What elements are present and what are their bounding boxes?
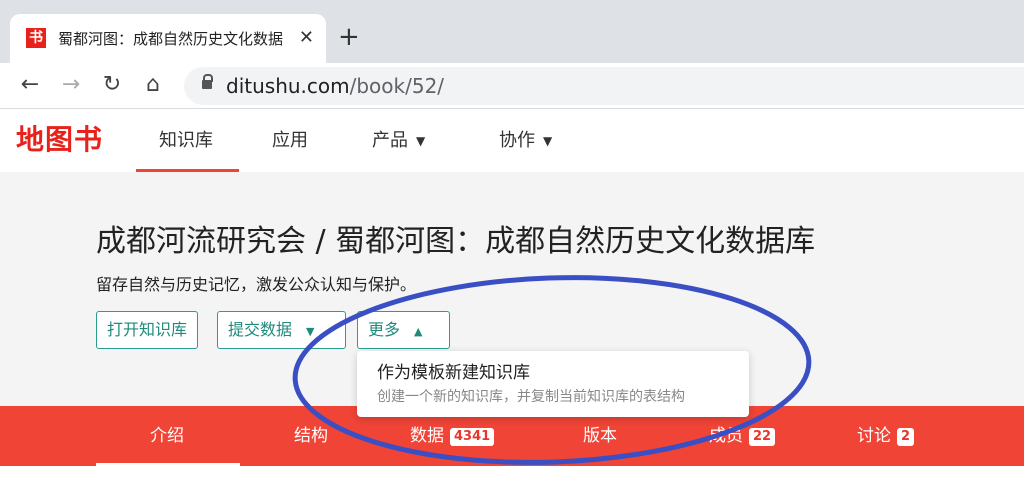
forward-arrow-icon[interactable]: → <box>57 71 85 99</box>
nav-item-collaboration[interactable]: 协作 ▼ <box>499 129 552 154</box>
caret-down-icon: ▼ <box>306 325 315 338</box>
menu-item-description: 创建一个新的知识库，并复制当前知识库的表结构 <box>377 389 685 405</box>
tab-label: 成员 <box>709 426 743 446</box>
button-label: 打开知识库 <box>107 320 188 339</box>
page-title: 成都河流研究会 / 蜀都河图：成都自然历史文化数据库 <box>96 224 816 259</box>
chevron-down-icon: ▼ <box>416 134 426 148</box>
site-favicon-icon: 书 <box>26 28 46 48</box>
tab-data[interactable]: 数据 4341 <box>410 424 495 448</box>
new-tab-button[interactable]: + <box>338 22 360 52</box>
tab-versions[interactable]: 版本 <box>583 424 617 448</box>
browser-tab-strip: 书 蜀都河图：成都自然历史文化数据 ✕ + <box>0 0 1024 63</box>
nav-item-label: 知识库 <box>159 130 213 151</box>
tab-label: 数据 <box>410 426 444 446</box>
browser-tab[interactable]: 书 蜀都河图：成都自然历史文化数据 ✕ <box>10 14 326 63</box>
button-label: 更多 <box>368 320 401 339</box>
tab-label: 介绍 <box>150 426 184 446</box>
submit-data-button[interactable]: 提交数据 ▼ <box>217 311 346 349</box>
tab-intro[interactable]: 介绍 <box>150 424 184 448</box>
tab-label: 版本 <box>583 426 617 446</box>
close-tab-icon[interactable]: ✕ <box>299 27 314 49</box>
tab-label: 结构 <box>294 426 328 446</box>
url-text[interactable]: ditushu.com/book/52/ <box>226 74 444 98</box>
count-badge: 22 <box>749 428 776 446</box>
tab-structure[interactable]: 结构 <box>294 424 328 448</box>
reload-icon[interactable]: ↻ <box>98 71 126 99</box>
lock-icon <box>202 74 213 89</box>
nav-active-indicator <box>136 169 239 172</box>
book-description: 留存自然与历史记忆，激发公众认知与保护。 <box>96 275 417 294</box>
nav-item-products[interactable]: 产品 ▼ <box>372 129 425 154</box>
content-area <box>0 466 1024 497</box>
url-domain: ditushu.com <box>226 74 350 98</box>
nav-item-label: 应用 <box>272 130 308 151</box>
tab-members[interactable]: 成员 22 <box>709 424 776 448</box>
nav-item-label: 产品 <box>372 130 408 151</box>
back-arrow-icon[interactable]: ← <box>16 71 44 99</box>
tab-discussion[interactable]: 讨论 2 <box>857 424 915 448</box>
count-badge: 2 <box>897 428 915 446</box>
address-bar[interactable]: ditushu.com/book/52/ <box>184 67 1024 105</box>
open-knowledge-base-button[interactable]: 打开知识库 <box>96 311 199 349</box>
menu-item-create-from-template[interactable]: 作为模板新建知识库 <box>377 361 530 385</box>
caret-up-icon: ▲ <box>414 325 423 338</box>
count-badge: 4341 <box>450 428 495 446</box>
tab-label: 讨论 <box>857 426 891 446</box>
nav-item-knowledge-base[interactable]: 知识库 <box>159 129 213 153</box>
more-button[interactable]: 更多 ▲ <box>357 311 450 349</box>
site-logo[interactable]: 地图书 <box>16 123 103 157</box>
site-header: 地图书 知识库 应用 产品 ▼ 协作 ▼ <box>0 109 1024 172</box>
home-icon[interactable]: ⌂ <box>139 71 167 99</box>
browser-toolbar: ← → ↻ ⌂ ditushu.com/book/52/ <box>0 63 1024 109</box>
browser-tab-title: 蜀都河图：成都自然历史文化数据 <box>58 30 284 48</box>
chevron-down-icon: ▼ <box>543 134 553 148</box>
nav-item-label: 协作 <box>499 130 535 151</box>
button-label: 提交数据 <box>228 320 293 339</box>
url-path: /book/52/ <box>349 74 445 98</box>
more-dropdown-menu: 作为模板新建知识库 创建一个新的知识库，并复制当前知识库的表结构 <box>357 351 749 417</box>
nav-item-apps[interactable]: 应用 <box>272 129 308 153</box>
